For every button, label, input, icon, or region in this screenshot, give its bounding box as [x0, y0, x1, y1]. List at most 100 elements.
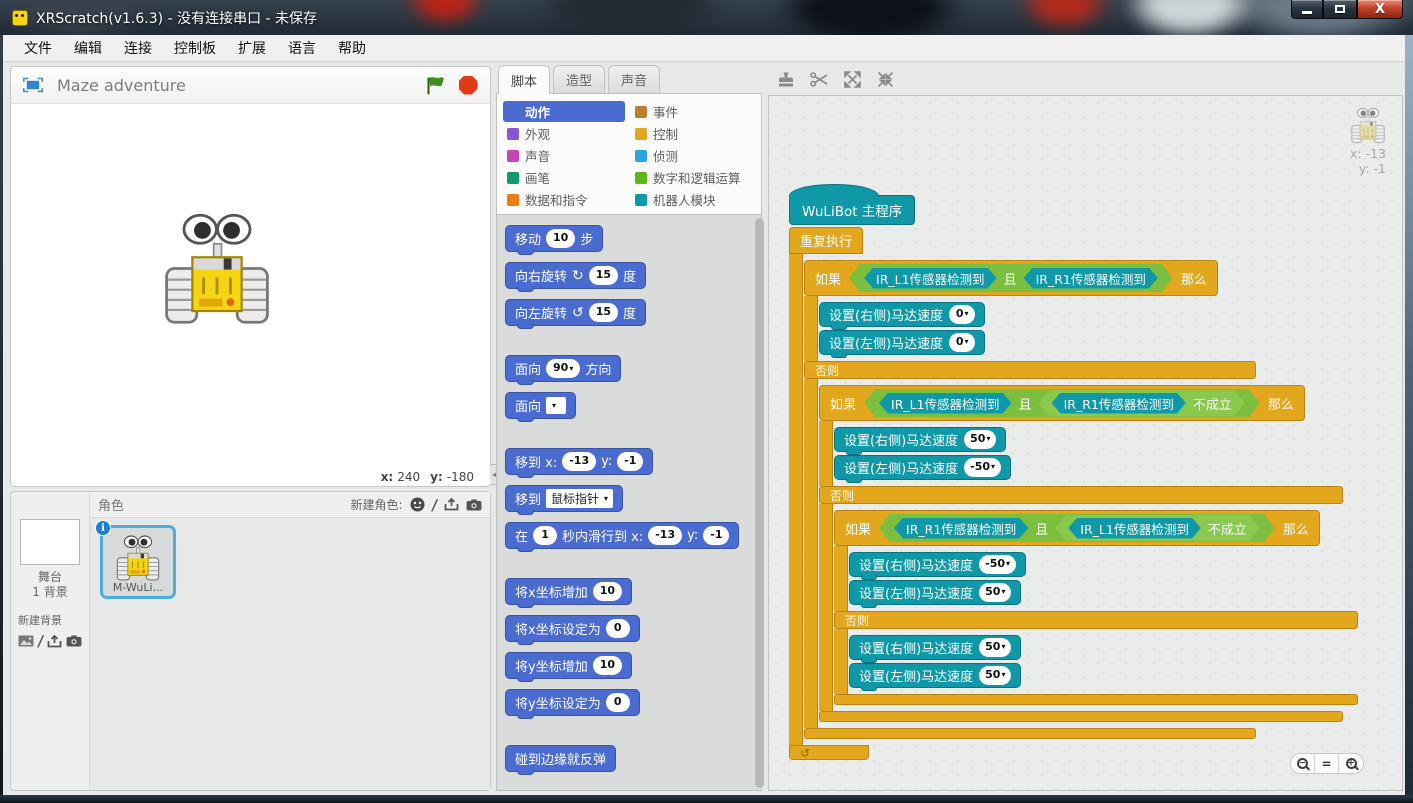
- grow-sprite-icon[interactable]: [842, 69, 862, 89]
- delta-input[interactable]: 10: [593, 582, 622, 600]
- stage-canvas[interactable]: [11, 104, 490, 469]
- if-else-block-2[interactable]: 如果 IR_L1传感器检测到 且 IR_R1传感器检测到 不成立: [819, 385, 1358, 722]
- close-button[interactable]: X: [1357, 0, 1403, 19]
- degrees-input[interactable]: 15: [589, 303, 618, 321]
- speed-dropdown[interactable]: 0▾: [949, 305, 975, 323]
- if-header-1[interactable]: 如果 IR_L1传感器检测到 且 IR_R1传感器检测到 那么: [804, 260, 1218, 296]
- y-input[interactable]: -1: [617, 452, 643, 470]
- camera-sprite-icon[interactable]: [466, 499, 482, 511]
- goto-target-dropdown[interactable]: 鼠标指针▾: [546, 489, 613, 508]
- menu-connect[interactable]: 连接: [113, 35, 163, 61]
- block-change-y[interactable]: 将y坐标增加 10: [505, 652, 632, 679]
- delta-input[interactable]: 10: [593, 656, 622, 674]
- paint-sprite-icon[interactable]: /: [430, 496, 438, 514]
- tab-sounds[interactable]: 声音: [608, 65, 660, 93]
- zoom-in-button[interactable]: +: [1339, 754, 1363, 773]
- else-bar-2[interactable]: 否则: [819, 486, 1343, 504]
- category-looks[interactable]: 外观: [503, 123, 625, 144]
- stage-sprite-robot[interactable]: [161, 208, 273, 333]
- tab-costumes[interactable]: 造型: [553, 65, 605, 93]
- sprite-info-badge[interactable]: i: [95, 520, 111, 536]
- sprite-card-wulibot[interactable]: i M-WuLi...: [100, 525, 176, 599]
- not-operator[interactable]: IR_L1传感器检测到 不成立: [1055, 515, 1260, 541]
- tab-scripts[interactable]: 脚本: [498, 65, 550, 94]
- else-bar-3[interactable]: 否则: [834, 611, 1358, 629]
- category-events[interactable]: 事件: [631, 101, 755, 122]
- block-point-towards[interactable]: 面向 ▾: [505, 392, 576, 419]
- menu-file[interactable]: 文件: [13, 35, 63, 61]
- delete-scissors-icon[interactable]: [809, 69, 829, 89]
- block-glide[interactable]: 在 1 秒内滑行到 x: -13 y: -1: [505, 522, 739, 549]
- value-input[interactable]: 0: [606, 693, 630, 711]
- menu-board[interactable]: 控制板: [163, 35, 227, 61]
- speed-dropdown[interactable]: 0▾: [949, 333, 975, 351]
- forever-block[interactable]: 重复执行 如果 IR_L1传感器检测到 且 IR_R1传感器检测到: [789, 227, 1358, 760]
- stage-thumbnail[interactable]: [20, 519, 80, 565]
- category-pen[interactable]: 画笔: [503, 167, 625, 188]
- shrink-sprite-icon[interactable]: [875, 69, 895, 89]
- speed-dropdown[interactable]: -50▾: [979, 555, 1016, 573]
- palette-scrollbar[interactable]: [755, 218, 764, 788]
- paint-backdrop-icon[interactable]: /: [37, 632, 45, 650]
- backdrop-from-library-icon[interactable]: [18, 635, 34, 647]
- block-bounce-on-edge[interactable]: 碰到边缘就反弹: [505, 745, 616, 772]
- sensor-reporter-r1[interactable]: IR_R1传感器检测到: [1024, 268, 1158, 289]
- if-else-block-3[interactable]: 如果 IR_R1传感器检测到 且 IR_L1传感器检测到 不成立: [834, 510, 1358, 705]
- set-left-motor-block[interactable]: 设置(左侧)马达速度 0▾: [819, 330, 985, 355]
- category-sensing[interactable]: 侦测: [631, 145, 755, 166]
- green-flag-button[interactable]: [426, 75, 446, 95]
- block-point-direction[interactable]: 面向 90▾ 方向: [505, 355, 621, 382]
- camera-backdrop-icon[interactable]: [66, 635, 82, 647]
- category-motion[interactable]: 动作: [503, 101, 625, 122]
- if-header-3[interactable]: 如果 IR_R1传感器检测到 且 IR_L1传感器检测到 不成立: [834, 510, 1320, 546]
- sprite-from-library-icon[interactable]: [410, 497, 425, 512]
- menu-extensions[interactable]: 扩展: [227, 35, 277, 61]
- speed-dropdown[interactable]: 50▾: [979, 583, 1011, 601]
- sensor-reporter-r1[interactable]: IR_R1传感器检测到: [1052, 393, 1186, 414]
- block-change-x[interactable]: 将x坐标增加 10: [505, 578, 632, 605]
- set-left-motor-block[interactable]: 设置(左侧)马达速度 50▾: [849, 580, 1021, 605]
- sensor-reporter-l1[interactable]: IR_L1传感器检测到: [879, 393, 1012, 414]
- script-canvas[interactable]: x: -13 y: -1 WuLiBot 主程序 重复执行 如果 IR_L1传感…: [768, 95, 1403, 791]
- block-turn-left[interactable]: 向左旋转 ↺ 15 度: [505, 299, 646, 326]
- set-left-motor-block[interactable]: 设置(左侧)马达速度 -50▾: [834, 455, 1011, 480]
- menu-language[interactable]: 语言: [277, 35, 327, 61]
- category-control[interactable]: 控制: [631, 123, 755, 144]
- menu-edit[interactable]: 编辑: [63, 35, 113, 61]
- block-turn-right[interactable]: 向右旋转 ↻ 15 度: [505, 262, 646, 289]
- menu-help[interactable]: 帮助: [327, 35, 377, 61]
- set-right-motor-block[interactable]: 设置(右侧)马达速度 0▾: [819, 302, 985, 327]
- set-right-motor-block[interactable]: 设置(右侧)马达速度 50▾: [834, 427, 1006, 452]
- speed-dropdown[interactable]: 50▾: [964, 430, 996, 448]
- else-bar-1[interactable]: 否则: [804, 361, 1256, 379]
- y-input[interactable]: -1: [703, 526, 729, 544]
- category-operators[interactable]: 数字和逻辑运算: [631, 167, 755, 188]
- speed-dropdown[interactable]: 50▾: [979, 638, 1011, 656]
- x-input[interactable]: -13: [562, 452, 596, 470]
- upload-sprite-icon[interactable]: [444, 498, 459, 511]
- seconds-input[interactable]: 1: [533, 526, 557, 544]
- category-data[interactable]: 数据和指令: [503, 189, 625, 210]
- zoom-reset-button[interactable]: =: [1315, 754, 1339, 773]
- speed-dropdown[interactable]: 50▾: [979, 666, 1011, 684]
- block-set-y[interactable]: 将y坐标设定为 0: [505, 689, 640, 716]
- sensor-reporter-r1[interactable]: IR_R1传感器检测到: [894, 518, 1028, 539]
- if-else-block-1[interactable]: 如果 IR_L1传感器检测到 且 IR_R1传感器检测到 那么: [804, 260, 1358, 739]
- upload-backdrop-icon[interactable]: [47, 635, 62, 648]
- block-move-steps[interactable]: 移动 10 步: [505, 225, 603, 252]
- speed-dropdown[interactable]: -50▾: [964, 458, 1001, 476]
- presentation-mode-icon[interactable]: [23, 75, 43, 95]
- degrees-input[interactable]: 15: [589, 266, 618, 284]
- block-goto-mouse[interactable]: 移到 鼠标指针▾: [505, 485, 623, 512]
- hat-block-wulibot-main[interactable]: WuLiBot 主程序: [789, 195, 915, 225]
- set-left-motor-block[interactable]: 设置(左侧)马达速度 50▾: [849, 663, 1021, 688]
- sensor-reporter-l1[interactable]: IR_L1传感器检测到: [1068, 518, 1201, 539]
- and-operator-1[interactable]: IR_L1传感器检测到 且 IR_R1传感器检测到: [849, 264, 1173, 292]
- stop-button[interactable]: [458, 75, 478, 95]
- minimize-button[interactable]: [1291, 0, 1323, 19]
- set-right-motor-block[interactable]: 设置(右侧)马达速度 50▾: [849, 635, 1021, 660]
- if-header-2[interactable]: 如果 IR_L1传感器检测到 且 IR_R1传感器检测到 不成立: [819, 385, 1305, 421]
- direction-dropdown[interactable]: 90▾: [546, 359, 580, 377]
- steps-input[interactable]: 10: [546, 229, 575, 247]
- maximize-button[interactable]: [1323, 0, 1357, 19]
